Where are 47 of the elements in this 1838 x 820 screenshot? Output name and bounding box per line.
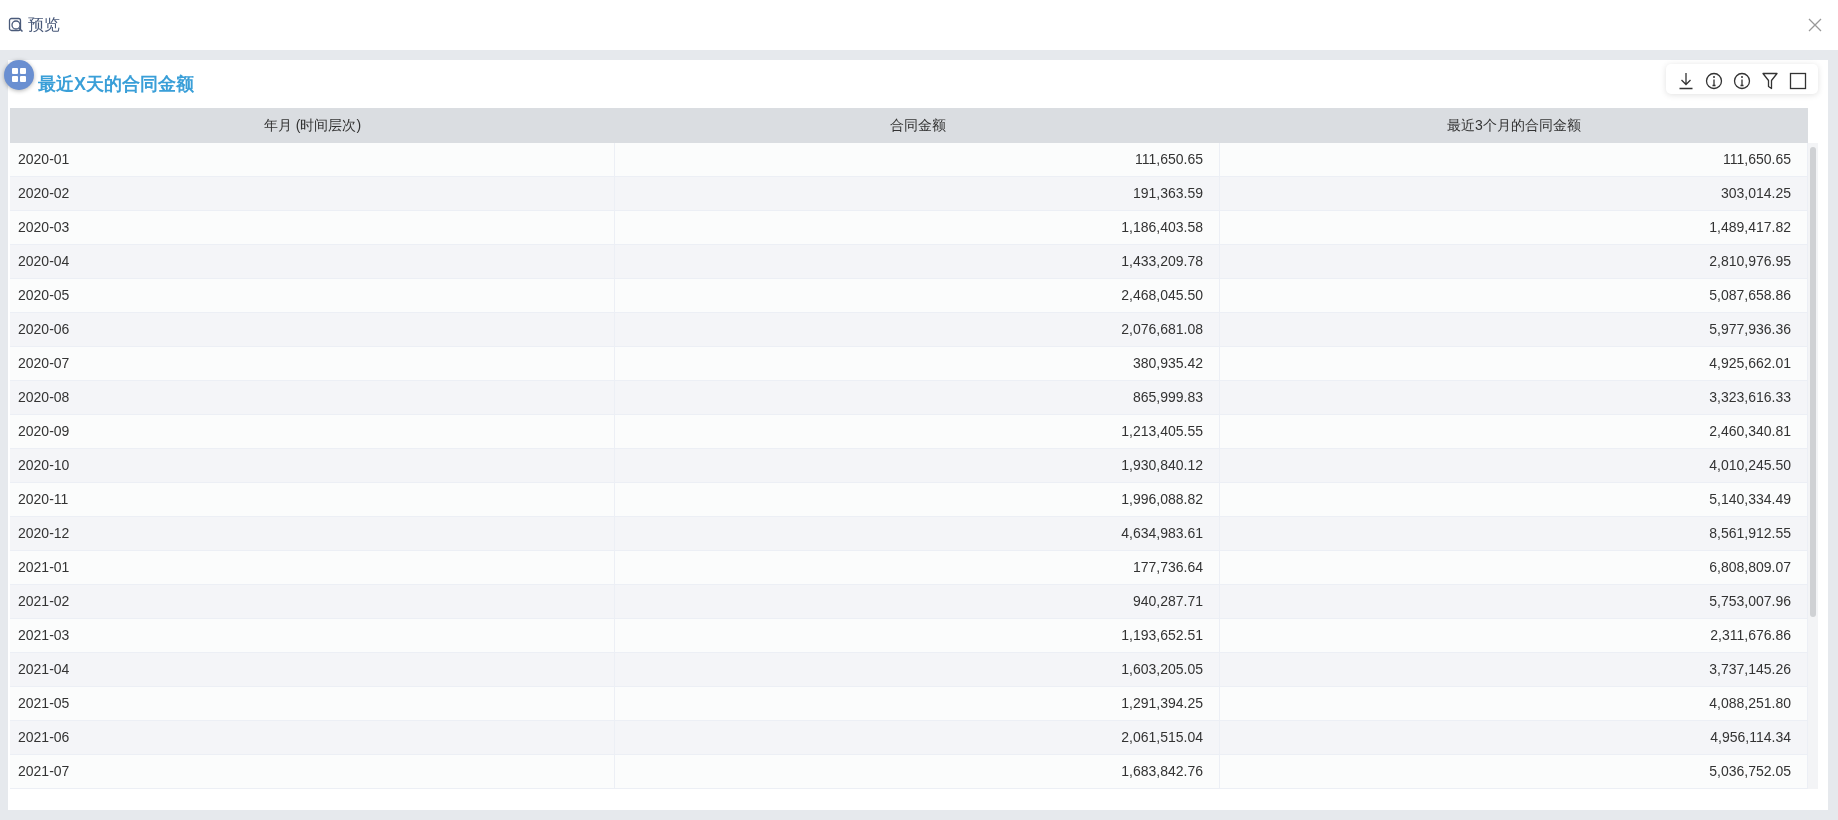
table-cell: 2,076,681.08 <box>615 313 1220 346</box>
table-cell: 2,468,045.50 <box>615 279 1220 312</box>
table-cell: 2,061,515.04 <box>615 721 1220 754</box>
table-cell: 2020-02 <box>10 177 615 210</box>
table-cell: 1,996,088.82 <box>615 483 1220 516</box>
table-cell: 1,186,403.58 <box>615 211 1220 244</box>
table-cell: 111,650.65 <box>615 143 1220 176</box>
table-cell: 2020-03 <box>10 211 615 244</box>
table-cell: 1,603,205.05 <box>615 653 1220 686</box>
table-cell: 940,287.71 <box>615 585 1220 618</box>
table-cell: 380,935.42 <box>615 347 1220 380</box>
table-cell: 1,433,209.78 <box>615 245 1220 278</box>
table-cell: 2021-06 <box>10 721 615 754</box>
table-cell: 4,634,983.61 <box>615 517 1220 550</box>
table-cell: 2020-07 <box>10 347 615 380</box>
table-cell: 2020-10 <box>10 449 615 482</box>
table-cell: 2021-05 <box>10 687 615 720</box>
table-cell: 2021-04 <box>10 653 615 686</box>
table-cell: 2021-01 <box>10 551 615 584</box>
table-cell: 1,193,652.51 <box>615 619 1220 652</box>
table-cell: 1,213,405.55 <box>615 415 1220 448</box>
table-cell: 1,291,394.25 <box>615 687 1220 720</box>
table-cell: 2021-07 <box>10 755 615 788</box>
scrollbar[interactable] <box>1808 143 1818 789</box>
table-cell: 1,930,840.12 <box>615 449 1220 482</box>
column-header[interactable]: 最近3个月的合同金额 <box>1220 108 1808 143</box>
close-icon[interactable] <box>1808 18 1822 32</box>
table-cell: 865,999.83 <box>615 381 1220 414</box>
table-cell: 2021-02 <box>10 585 615 618</box>
table-cell: 2020-09 <box>10 415 615 448</box>
table-cell: 191,363.59 <box>615 177 1220 210</box>
table-cell: 177,736.64 <box>615 551 1220 584</box>
table-cell: 2020-01 <box>10 143 615 176</box>
table-cell: 2020-04 <box>10 245 615 278</box>
grid-icon[interactable] <box>4 60 34 90</box>
table-cell: 2020-05 <box>10 279 615 312</box>
column-header[interactable]: 年月 (时间层次) <box>10 108 615 143</box>
table-cell: 2020-08 <box>10 381 615 414</box>
column-header[interactable]: 合同金额 <box>615 108 1220 143</box>
table-cell: 2020-06 <box>10 313 615 346</box>
table-cell: 2020-12 <box>10 517 615 550</box>
table-cell: 2020-11 <box>10 483 615 516</box>
widget-title: 最近X天的合同金额 <box>38 72 194 96</box>
table-cell: 1,683,842.76 <box>615 755 1220 788</box>
table-cell: 2021-03 <box>10 619 615 652</box>
window-title: 预览 <box>28 15 60 35</box>
preview-icon <box>8 17 24 33</box>
